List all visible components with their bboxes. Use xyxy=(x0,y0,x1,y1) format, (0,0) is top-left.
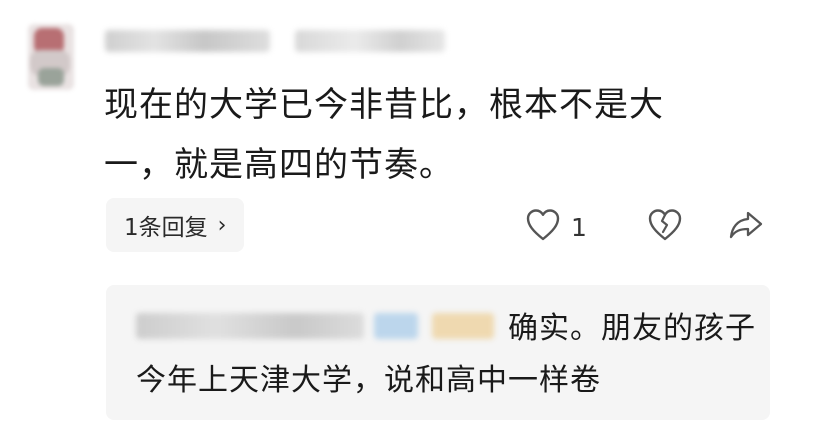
share-arrow-icon xyxy=(728,209,764,245)
chevron-right-icon: › xyxy=(217,212,227,238)
reply-preview[interactable]: 确实。朋友的孩子今年上天津大学，说和高中一样卷 xyxy=(106,285,770,420)
comment-text: 现在的大学已今非昔比，根本不是大一，就是高四的节奏。 xyxy=(104,85,664,185)
reply-text: 确实。朋友的孩子今年上天津大学，说和高中一样卷 xyxy=(136,311,756,398)
view-replies-button[interactable]: 1条回复 › xyxy=(106,198,245,252)
dislike-button[interactable] xyxy=(647,208,683,246)
commenter-name-blurred[interactable] xyxy=(105,30,270,52)
comment-meta-blurred xyxy=(295,30,445,52)
like-button[interactable]: 1 xyxy=(525,208,587,246)
replies-count-label: 1条回复 xyxy=(124,215,208,241)
comment-actions: 1 xyxy=(525,205,764,249)
broken-heart-icon xyxy=(647,208,683,246)
like-count: 1 xyxy=(571,212,587,242)
commenter-avatar[interactable] xyxy=(28,24,74,90)
heart-outline-icon xyxy=(525,208,561,246)
share-button[interactable] xyxy=(728,209,764,245)
